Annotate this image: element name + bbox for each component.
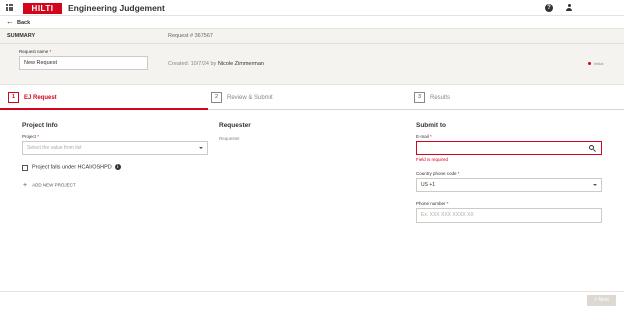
email-error-text: Field is required bbox=[416, 157, 449, 162]
plus-icon: + bbox=[23, 182, 28, 189]
phone-number-label: Phone number * bbox=[416, 201, 449, 206]
summary-panel: SUMMARY Request # 367567 Request name * … bbox=[0, 28, 624, 85]
project-info-title: Project Info bbox=[22, 122, 58, 129]
email-field[interactable] bbox=[416, 141, 602, 155]
created-info: Created: 10/7/24 by Nicole Zimmerman bbox=[168, 61, 264, 67]
stepper-active-indicator bbox=[0, 108, 208, 110]
request-number: Request # 367567 bbox=[168, 33, 213, 39]
country-code-value: US +1 bbox=[421, 182, 436, 188]
status-dot-icon bbox=[588, 62, 591, 66]
project-label: Project * bbox=[22, 134, 40, 139]
status-badge: Initial bbox=[588, 61, 603, 66]
footer-divider bbox=[0, 291, 624, 292]
user-icon[interactable] bbox=[565, 4, 573, 12]
country-code-select[interactable]: US +1 bbox=[416, 178, 602, 192]
email-label: E-mail * bbox=[416, 134, 432, 139]
step-review-submit[interactable]: 2 Review & Submit bbox=[211, 91, 273, 105]
step-ej-request[interactable]: 1 EJ Request bbox=[8, 91, 57, 105]
back-link[interactable]: ← Back bbox=[6, 18, 30, 27]
hcai-oshpd-checkbox[interactable] bbox=[22, 165, 28, 171]
phone-number-field[interactable]: Ex. XXX XXX XXXX XX bbox=[416, 208, 602, 223]
chevron-down-icon bbox=[593, 184, 597, 186]
request-name-input[interactable]: New Request bbox=[19, 56, 148, 70]
summary-divider bbox=[0, 43, 624, 44]
request-name-label: Request name * bbox=[19, 49, 52, 54]
hilti-logo: HILTI bbox=[23, 3, 62, 14]
step-results[interactable]: 3 Results bbox=[414, 91, 450, 105]
next-button[interactable]: > Next bbox=[587, 295, 616, 306]
requester-value: Requester bbox=[219, 136, 240, 141]
chevron-down-icon bbox=[199, 147, 203, 149]
top-bar: HILTI Engineering Judgement ? bbox=[0, 0, 624, 16]
requester-title: Requester bbox=[219, 122, 251, 129]
created-by: Nicole Zimmerman bbox=[217, 61, 264, 67]
add-new-project-button[interactable]: + ADD NEW PROJECT bbox=[23, 182, 76, 189]
app-title: Engineering Judgement bbox=[68, 3, 165, 13]
project-placeholder: Select the value from list bbox=[27, 145, 82, 151]
help-icon[interactable]: ? bbox=[545, 4, 553, 12]
country-code-label: Country phone code * bbox=[416, 171, 460, 176]
hcai-oshpd-label: Project falls under HCAI/OSHPD i bbox=[32, 164, 121, 170]
search-icon[interactable] bbox=[589, 145, 596, 152]
stepper: 1 EJ Request 2 Review & Submit 3 Results bbox=[0, 86, 624, 110]
back-arrow-icon: ← bbox=[6, 17, 14, 26]
submit-to-title: Submit to bbox=[416, 122, 446, 129]
apps-grid-icon[interactable] bbox=[6, 4, 13, 11]
info-icon[interactable]: i bbox=[114, 164, 121, 170]
project-select[interactable]: Select the value from list bbox=[22, 141, 208, 155]
summary-title: SUMMARY bbox=[7, 33, 36, 39]
back-label: Back bbox=[17, 20, 31, 26]
